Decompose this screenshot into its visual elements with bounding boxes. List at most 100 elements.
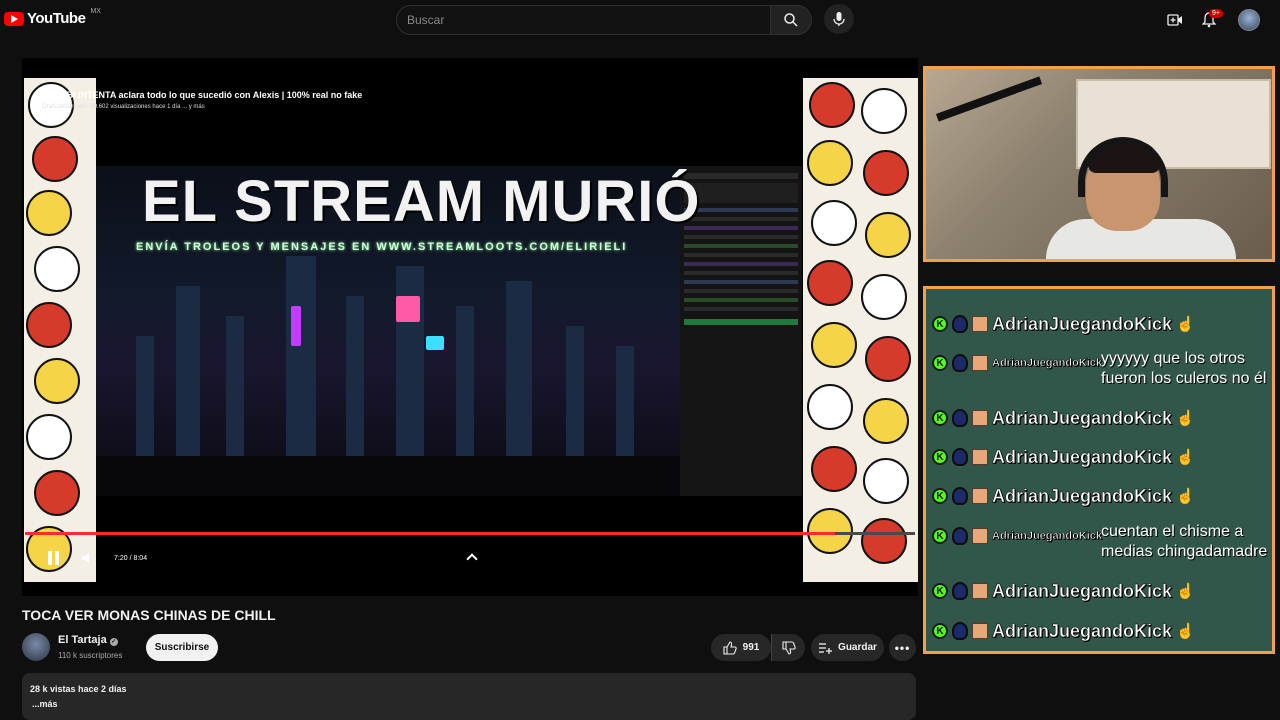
chat-message: cuentan el chisme a medias chingadamadre bbox=[1101, 523, 1268, 560]
search-button[interactable] bbox=[770, 5, 812, 35]
search-icon bbox=[784, 13, 798, 27]
subscribe-button[interactable]: Suscribirse bbox=[146, 634, 218, 661]
show-more-link[interactable]: ...más bbox=[32, 699, 58, 709]
stream-chat-overlay: K AdrianJuegandoKick ☝ K AdrianJuegandoK… bbox=[923, 286, 1275, 654]
more-actions-button[interactable]: ••• bbox=[889, 634, 916, 661]
channel-name[interactable]: El Tartaja ✓ bbox=[58, 634, 118, 646]
pause-button[interactable] bbox=[48, 551, 60, 565]
sticker-face bbox=[34, 358, 80, 404]
sticker-face bbox=[34, 470, 80, 516]
sticker-face bbox=[807, 508, 853, 554]
subscriber-count: 110 k suscriptores bbox=[58, 651, 123, 660]
country-code: MX bbox=[90, 8, 101, 15]
progress-bar[interactable] bbox=[25, 532, 915, 535]
chat-username: AdrianJuegandoKick bbox=[992, 446, 1173, 467]
verified-icon: ✓ bbox=[109, 638, 118, 646]
logo-text: YouTube bbox=[27, 10, 86, 27]
kick-badge-icon: K bbox=[932, 583, 948, 599]
neon-light bbox=[291, 306, 301, 346]
search-placeholder: Buscar bbox=[407, 13, 445, 27]
chat-username: AdrianJuegandoKick bbox=[992, 530, 1103, 543]
subscriber-badge-icon bbox=[972, 410, 988, 426]
sticker-face bbox=[861, 88, 907, 134]
subscriber-badge-icon bbox=[972, 583, 988, 599]
embedded-video-title: El ORBI INTENTA aclara todo lo que suced… bbox=[42, 90, 363, 100]
building bbox=[396, 266, 424, 456]
left-sticker-mosaic bbox=[24, 78, 96, 582]
chat-row: K AdrianJuegandoKick ☝ bbox=[932, 403, 1195, 433]
sticker-face bbox=[865, 212, 911, 258]
save-button[interactable]: Guardar bbox=[811, 634, 884, 661]
kick-badge-icon: K bbox=[932, 316, 948, 332]
sticker-face bbox=[861, 518, 907, 564]
microphone-icon bbox=[833, 12, 845, 26]
building bbox=[226, 316, 244, 456]
volume-icon[interactable] bbox=[82, 552, 92, 564]
emote-icon: ☝ bbox=[1176, 316, 1195, 333]
chat-line bbox=[684, 217, 798, 221]
create-button[interactable] bbox=[1163, 8, 1187, 32]
emote-icon: ☝ bbox=[1176, 623, 1195, 640]
sticker-face bbox=[26, 190, 72, 236]
emote-icon: ☝ bbox=[1176, 488, 1195, 505]
neon-light bbox=[396, 296, 420, 322]
building bbox=[136, 336, 154, 456]
sticker-face bbox=[807, 384, 853, 430]
chat-row: K AdrianJuegandoKick ☝ bbox=[932, 442, 1195, 472]
chat-message: yyyyyy que los otros fueron los culeros … bbox=[1101, 350, 1267, 387]
chat-username: AdrianJuegandoKick bbox=[992, 485, 1173, 506]
video-player[interactable]: EL STREAM MURIÓ ENVÍA TROLEOS Y MENSAJES… bbox=[22, 58, 918, 596]
subscriber-badge-icon bbox=[972, 528, 988, 544]
channel-avatar[interactable] bbox=[22, 633, 50, 661]
kick-badge-icon: K bbox=[932, 623, 948, 639]
chat-username: AdrianJuegandoKick bbox=[992, 357, 1103, 370]
user-badge-icon bbox=[952, 622, 968, 640]
chat-row: K AdrianJuegandoKick ☝ bbox=[932, 576, 1195, 606]
sticker-face bbox=[807, 260, 853, 306]
youtube-play-icon bbox=[4, 11, 24, 26]
description-box[interactable]: 28 k vistas hace 2 días ...más bbox=[22, 673, 916, 720]
user-badge-icon bbox=[952, 487, 968, 505]
sticker-face bbox=[861, 274, 907, 320]
notification-badge: 9+ bbox=[1209, 9, 1223, 18]
user-badge-icon bbox=[952, 527, 968, 545]
views-and-date: 28 k vistas hace 2 días bbox=[30, 684, 127, 694]
chat-line bbox=[684, 244, 798, 248]
create-video-icon bbox=[1167, 14, 1182, 26]
building bbox=[176, 286, 200, 456]
chat-row: K AdrianJuegandoKick ☝ bbox=[932, 481, 1195, 511]
chat-username: AdrianJuegandoKick bbox=[992, 580, 1173, 601]
chat-line bbox=[684, 307, 798, 311]
time-display: 7:20 / 8:04 bbox=[114, 555, 148, 562]
ground bbox=[96, 456, 680, 496]
chat-line bbox=[684, 226, 798, 230]
account-avatar[interactable] bbox=[1238, 9, 1260, 31]
chat-username: AdrianJuegandoKick bbox=[992, 407, 1173, 428]
emote-icon: ☝ bbox=[1176, 583, 1195, 600]
kick-badge-icon: K bbox=[932, 355, 948, 371]
kick-badge-icon: K bbox=[932, 528, 948, 544]
more-horizontal-icon: ••• bbox=[894, 640, 911, 655]
sticker-face bbox=[863, 398, 909, 444]
chat-line bbox=[684, 271, 798, 275]
youtube-logo[interactable]: YouTube MX bbox=[4, 8, 101, 27]
search-input[interactable]: Buscar bbox=[396, 5, 771, 35]
channel-name-text: El Tartaja bbox=[58, 634, 107, 646]
progress-fill bbox=[25, 532, 835, 535]
mic-arm bbox=[935, 76, 1043, 122]
user-badge-icon bbox=[952, 354, 968, 372]
emote-icon: ☝ bbox=[1176, 449, 1195, 466]
chevron-up-icon[interactable] bbox=[466, 553, 478, 565]
like-count: 991 bbox=[742, 642, 760, 653]
chat-row: K AdrianJuegandoKick ☝ bbox=[932, 616, 1195, 646]
dislike-button[interactable] bbox=[771, 634, 805, 661]
building bbox=[286, 256, 316, 456]
chat-line bbox=[684, 253, 798, 257]
building bbox=[346, 296, 364, 456]
chat-line bbox=[684, 208, 798, 212]
chat-line bbox=[684, 183, 798, 203]
like-button[interactable]: 991 bbox=[711, 634, 771, 661]
voice-search-button[interactable] bbox=[824, 4, 854, 34]
chat-line bbox=[684, 298, 798, 302]
right-sticker-mosaic bbox=[803, 78, 918, 582]
